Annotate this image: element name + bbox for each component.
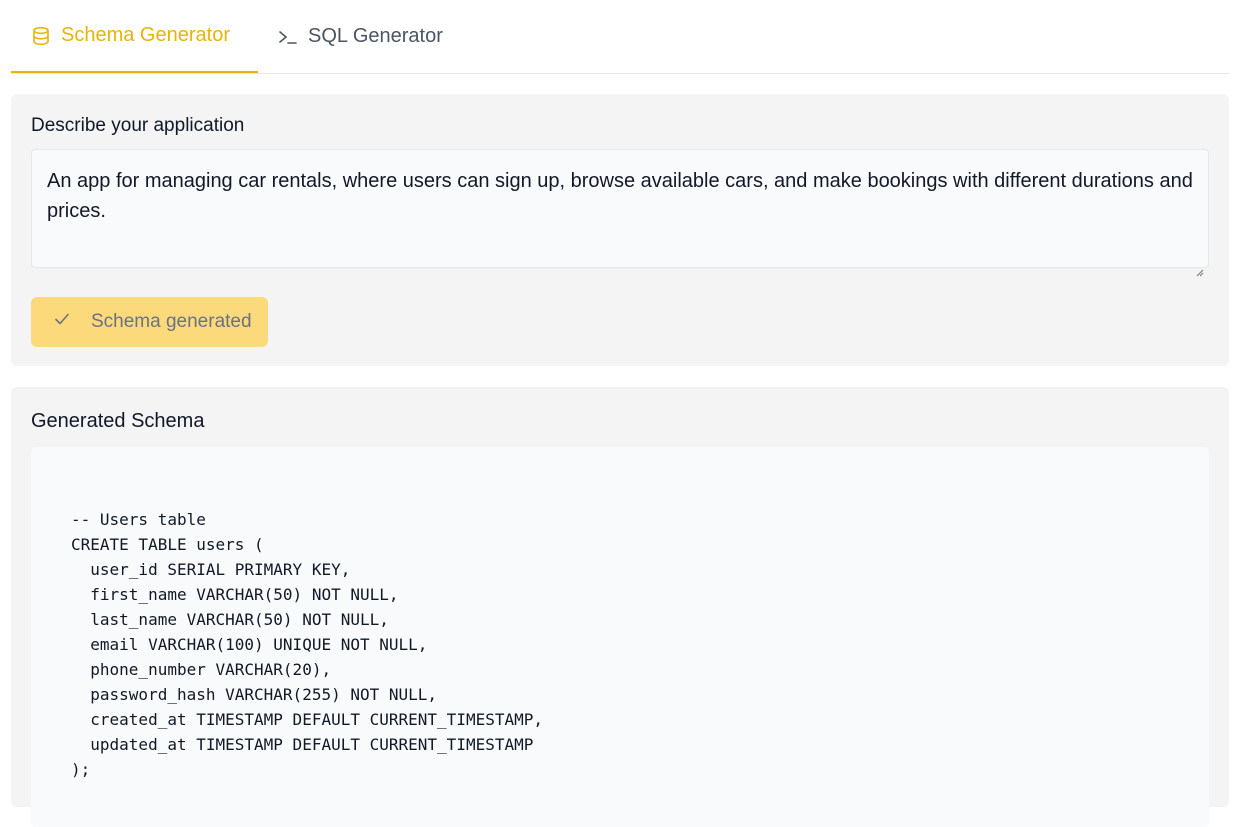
description-textarea[interactable]: An app for managing car rentals, where u…	[31, 149, 1209, 277]
describe-panel: Describe your application An app for man…	[11, 94, 1229, 366]
schema-panel: Generated Schema -- Users table CREATE T…	[11, 387, 1229, 827]
code-line: password_hash VARCHAR(255) NOT NULL,	[71, 685, 438, 704]
code-line: phone_number VARCHAR(20),	[71, 660, 332, 679]
resize-handle-icon[interactable]	[1196, 256, 1204, 277]
description-text: An app for managing car rentals, where u…	[47, 170, 1193, 222]
code-line: updated_at TIMESTAMP DEFAULT CURRENT_TIM…	[71, 735, 534, 754]
tab-sql-generator[interactable]: SQL Generator	[258, 0, 463, 73]
schema-generated-button[interactable]: Schema generated	[31, 297, 268, 347]
code-line: created_at TIMESTAMP DEFAULT CURRENT_TIM…	[71, 710, 544, 729]
database-icon	[31, 26, 51, 46]
code-line: first_name VARCHAR(50) NOT NULL,	[71, 585, 399, 604]
tab-label: SQL Generator	[308, 25, 443, 47]
code-line: );	[71, 760, 91, 779]
schema-code-block[interactable]: -- Users table CREATE TABLE users ( user…	[31, 447, 1209, 827]
tab-bar: Schema Generator SQL Generator	[11, 0, 1229, 74]
code-line: last_name VARCHAR(50) NOT NULL,	[71, 610, 389, 629]
tab-schema-generator[interactable]: Schema Generator	[11, 0, 258, 73]
button-label: Schema generated	[91, 311, 252, 332]
tab-label: Schema Generator	[61, 24, 230, 46]
code-line: user_id SERIAL PRIMARY KEY,	[71, 560, 351, 579]
terminal-icon	[278, 27, 298, 47]
describe-label: Describe your application	[31, 115, 245, 136]
code-line: CREATE TABLE users (	[71, 535, 264, 554]
check-icon	[53, 310, 71, 334]
schema-title: Generated Schema	[31, 410, 205, 432]
code-line: -- Users table	[71, 510, 206, 529]
code-line: email VARCHAR(100) UNIQUE NOT NULL,	[71, 635, 428, 654]
